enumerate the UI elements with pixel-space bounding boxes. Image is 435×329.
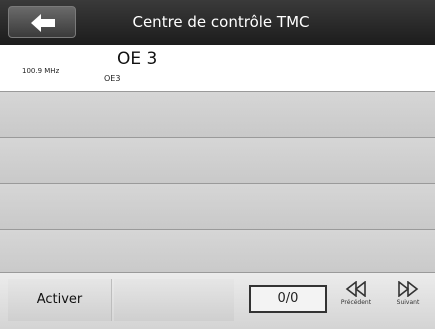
- previous-label: Précédent: [340, 299, 372, 306]
- back-button[interactable]: [8, 6, 76, 38]
- bottom-toolbar: Activer 0/0 Précédent Suivant: [0, 272, 435, 329]
- fast-forward-icon: [398, 281, 419, 297]
- station-name: OE 3: [117, 49, 158, 69]
- station-row[interactable]: 100.9 MHz OE 3 OE3: [0, 45, 435, 92]
- previous-button[interactable]: Précédent: [332, 277, 380, 325]
- station-row-empty[interactable]: [0, 230, 435, 276]
- station-code: OE3: [104, 74, 121, 83]
- page-counter: 0/0: [249, 285, 327, 313]
- activate-button[interactable]: Activer: [8, 279, 112, 321]
- title-bar: Centre de contrôle TMC: [0, 0, 435, 45]
- toolbar-spacer: [114, 279, 234, 321]
- next-button[interactable]: Suivant: [384, 277, 432, 325]
- station-frequency: 100.9 MHz: [22, 67, 60, 75]
- station-list: 100.9 MHz OE 3 OE3: [0, 45, 435, 276]
- rewind-icon: [345, 281, 366, 297]
- arrow-left-icon: [31, 14, 55, 32]
- next-label: Suivant: [396, 299, 420, 306]
- station-row-empty[interactable]: [0, 184, 435, 230]
- page-title: Centre de contrôle TMC: [132, 13, 310, 31]
- station-row-empty[interactable]: [0, 138, 435, 184]
- station-row-empty[interactable]: [0, 92, 435, 138]
